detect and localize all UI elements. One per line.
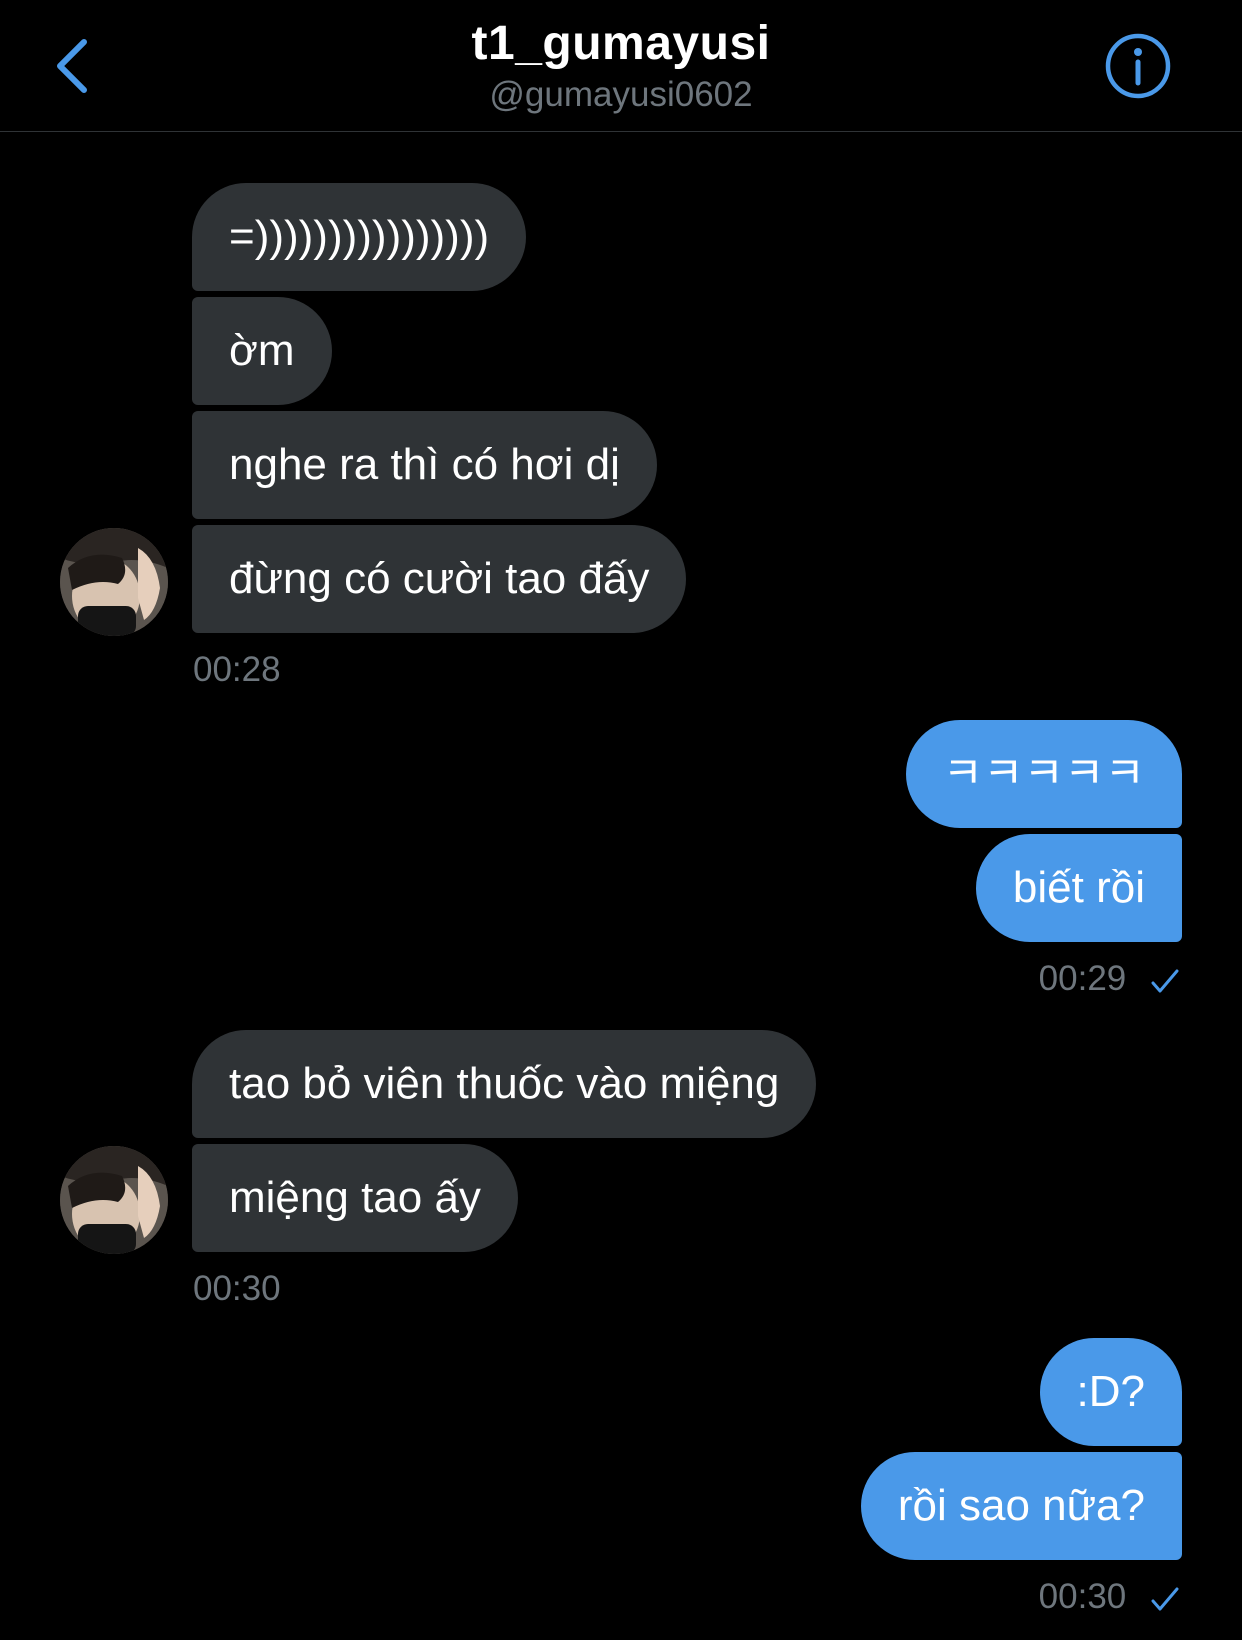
incoming-message[interactable]: đừng có cười tao đấy [192,525,687,633]
avatar[interactable] [60,528,168,636]
incoming-message[interactable]: nghe ra thì có hơi dị [192,411,657,519]
outgoing-message[interactable]: :D? [1039,1338,1182,1446]
message-text: biết rồi [1012,863,1145,912]
conversation-handle: @gumayusi0602 [489,75,753,114]
conversation-title: t1_gumayusi [471,17,771,70]
message-text: :D? [1076,1367,1145,1416]
incoming-message[interactable]: miệng tao ấy [192,1144,518,1252]
message-text: ờm [229,326,295,375]
avatar-photo [60,1146,168,1254]
incoming-message[interactable]: =)))))))))))))))) [192,183,527,291]
info-circle-icon [1105,33,1171,99]
outgoing-message[interactable]: biết rồi [975,834,1182,942]
outgoing-message[interactable]: rồi sao nữa? [860,1452,1182,1560]
message-timestamp: 00:28 [193,650,281,689]
message-text: ㅋㅋㅋㅋㅋ [942,749,1145,798]
sent-check-icon [1151,969,1179,993]
message-text: đừng có cười tao đấy [229,554,650,603]
info-button[interactable] [1104,32,1172,100]
avatar-photo [60,528,168,636]
message-text: =)))))))))))))))) [229,212,490,261]
conversation-title-block[interactable]: t1_gumayusi @gumayusi0602 [0,14,1242,116]
message-timestamp-row: 00:30 [1039,1576,1180,1618]
outgoing-message[interactable]: ㅋㅋㅋㅋㅋ [905,720,1182,828]
message-timestamp: 00:30 [1038,1577,1127,1616]
message-timestamp: 00:30 [193,1269,281,1308]
message-timestamp: 00:29 [1038,959,1127,998]
message-text: nghe ra thì có hơi dị [229,440,620,489]
conversation-header: t1_gumayusi @gumayusi0602 [0,0,1242,132]
message-text: miệng tao ấy [229,1173,481,1222]
message-text: tao bỏ viên thuốc vào miệng [229,1059,780,1108]
incoming-message[interactable]: tao bỏ viên thuốc vào miệng [192,1030,817,1138]
sent-check-icon [1151,1587,1179,1611]
incoming-message[interactable]: ờm [192,297,332,405]
avatar[interactable] [60,1146,168,1254]
message-timestamp-row: 00:29 [1039,958,1180,1000]
message-text: rồi sao nữa? [897,1481,1145,1530]
